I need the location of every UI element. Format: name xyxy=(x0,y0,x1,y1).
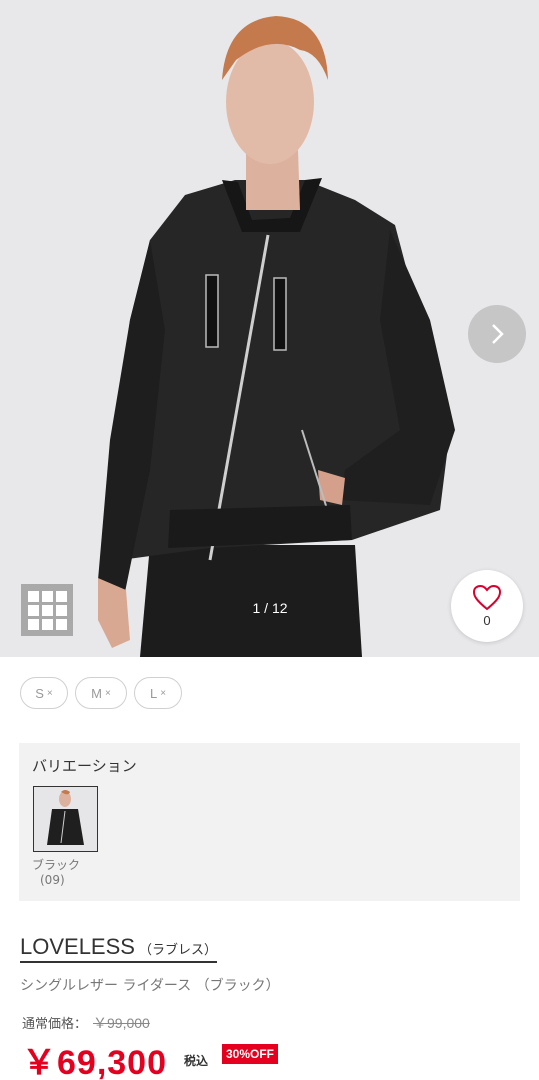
unavailable-mark: × xyxy=(105,687,111,699)
unavailable-mark: × xyxy=(160,687,167,699)
variation-panel: バリエーション ブラック (09) xyxy=(19,743,520,901)
image-counter: 1 / 12 xyxy=(252,600,288,616)
size-chip-m[interactable]: M × xyxy=(75,677,127,709)
grid-icon xyxy=(27,590,39,602)
brand-kana: （ラブレス） xyxy=(138,943,217,958)
size-chip-l[interactable]: L × xyxy=(134,677,182,709)
regular-price-label: 通常価格： xyxy=(22,1017,88,1032)
favorite-count: 0 xyxy=(483,613,491,628)
product-image-gallery[interactable]: 1 / 12 0 xyxy=(0,0,539,657)
chevron-right-icon xyxy=(492,324,504,344)
product-name: シングルレザー ライダース （ブラック） xyxy=(20,978,280,994)
brand-name: LOVELESS xyxy=(20,934,135,959)
brand-link[interactable]: LOVELESS （ラブレス） xyxy=(20,934,217,963)
next-image-button[interactable] xyxy=(468,305,526,363)
variation-thumbnail-black[interactable] xyxy=(33,786,98,852)
product-photo xyxy=(0,0,539,657)
regular-price: ￥99,000 xyxy=(93,1015,150,1031)
tax-label: 税込 xyxy=(184,1054,209,1068)
grid-view-button[interactable] xyxy=(21,584,73,636)
heart-icon xyxy=(472,584,502,611)
regular-price-row: 通常価格： ￥99,000 xyxy=(22,1013,150,1033)
size-selector: S × M × L × xyxy=(20,677,182,709)
sale-price: ￥69,300 xyxy=(22,1044,167,1080)
favorite-button[interactable]: 0 xyxy=(451,570,523,642)
variation-thumbnail-image xyxy=(34,787,97,851)
variation-color-code: (09) xyxy=(40,873,65,887)
variation-title: バリエーション xyxy=(32,757,137,775)
discount-badge: 30%OFF xyxy=(222,1044,279,1064)
size-chip-s[interactable]: S × xyxy=(20,677,68,709)
variation-color-name: ブラック xyxy=(32,858,81,872)
unavailable-mark: × xyxy=(46,687,53,699)
